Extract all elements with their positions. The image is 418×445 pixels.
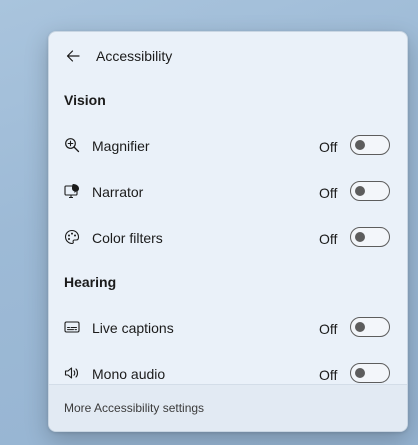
flyout-footer: More Accessibility settings [49, 384, 407, 431]
color-palette-icon [63, 228, 81, 246]
magnifier-icon [63, 136, 81, 154]
back-button[interactable] [59, 42, 87, 70]
flyout-header: Accessibility [49, 32, 407, 80]
flyout-title: Accessibility [96, 48, 173, 64]
live-captions-toggle[interactable] [350, 317, 390, 337]
row-label: Magnifier [92, 138, 150, 154]
section-heading-hearing: Hearing [64, 274, 117, 290]
mono-audio-toggle[interactable] [350, 363, 390, 383]
toggle-knob [355, 186, 365, 196]
toggle-state-text: Off [319, 231, 338, 247]
toggle-state-text: Off [319, 185, 338, 201]
section-heading-vision: Vision [64, 92, 106, 108]
row-label: Color filters [92, 230, 163, 246]
toggle-state-text: Off [319, 139, 338, 155]
row-live-captions[interactable]: Live captions Off [49, 307, 407, 347]
arrow-left-icon [65, 48, 81, 64]
narrator-toggle[interactable] [350, 181, 390, 201]
row-narrator[interactable]: Narrator Off [49, 171, 407, 211]
toggle-knob [355, 140, 365, 150]
accessibility-flyout: Accessibility Vision Magnifier Off Narra… [48, 31, 408, 432]
narrator-icon [63, 182, 81, 200]
row-magnifier[interactable]: Magnifier Off [49, 125, 407, 165]
speaker-icon [63, 364, 81, 382]
row-color-filters[interactable]: Color filters Off [49, 217, 407, 257]
magnifier-toggle[interactable] [350, 135, 390, 155]
row-label: Narrator [92, 184, 144, 200]
row-label: Mono audio [92, 366, 166, 382]
captions-icon [63, 318, 81, 336]
color-filters-toggle[interactable] [350, 227, 390, 247]
toggle-knob [355, 368, 365, 378]
row-label: Live captions [92, 320, 174, 336]
more-accessibility-settings-link[interactable]: More Accessibility settings [64, 401, 204, 415]
toggle-knob [355, 322, 365, 332]
toggle-state-text: Off [319, 367, 338, 383]
toggle-state-text: Off [319, 321, 338, 337]
toggle-knob [355, 232, 365, 242]
